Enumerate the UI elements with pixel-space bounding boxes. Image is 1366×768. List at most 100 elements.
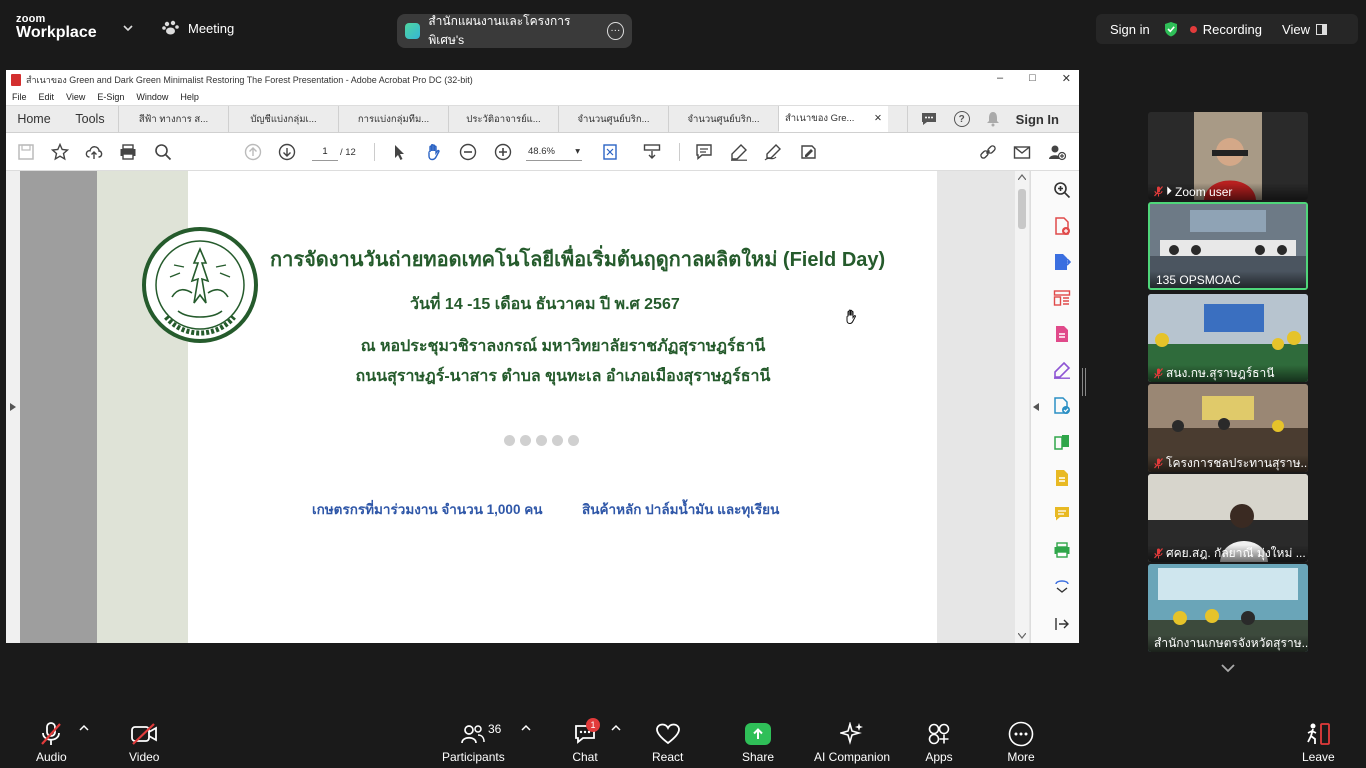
add-comment-icon[interactable] [695,143,713,161]
meeting-menu-button[interactable]: Meeting [162,20,234,36]
zoom-out-icon[interactable] [459,143,477,161]
scroll-up-icon[interactable] [1018,174,1026,180]
bell-icon[interactable] [986,111,1000,127]
save-icon[interactable] [17,143,35,161]
recording-indicator[interactable]: Recording [1189,22,1282,37]
doc-tab-6[interactable]: จำนวนศูนย์บริก... [668,106,778,132]
compare-files-icon[interactable] [1053,433,1071,451]
select-arrow-icon[interactable] [390,143,408,161]
more-button[interactable]: More [1006,720,1036,764]
left-panel-toggle[interactable] [6,171,20,643]
email-icon[interactable] [1013,143,1031,161]
menu-edit[interactable]: Edit [39,92,55,102]
doc-tab-3[interactable]: การแบ่งกลุ่มทีม... [338,106,448,132]
draw-freehand-icon[interactable] [764,143,782,161]
video-tile-opsmoac[interactable]: 135 OPSMOAC [1148,202,1308,290]
doc-tab-4[interactable]: ประวัติอาจารย์แ... [448,106,558,132]
ai-companion-button[interactable]: AI Companion [814,720,890,764]
dropdown-caret-icon: ▾ [575,146,580,157]
doc-tab-2[interactable]: บัญชีแบ่งกลุ่มเ... [228,106,338,132]
tab-home[interactable]: Home [6,106,62,132]
help-icon[interactable]: ? [953,111,970,127]
maximize-icon[interactable]: □ [1029,72,1036,85]
strip-scroll-down-icon[interactable] [1220,662,1236,674]
search-zoom-tool-icon[interactable] [1053,181,1071,199]
react-button[interactable]: React [652,720,683,764]
audio-options-caret-icon[interactable] [79,724,89,732]
collapse-panel-icon[interactable] [1033,403,1041,411]
edit-pdf-icon[interactable] [799,143,817,161]
find-zoom-icon[interactable] [154,143,172,161]
video-tile-kalayanee[interactable]: ศคย.สฎ. กัลยาณี มุ่งใหม่ ... [1148,474,1308,562]
menu-help[interactable]: Help [180,92,199,102]
star-icon[interactable] [51,143,69,161]
chat-options-caret-icon[interactable] [611,724,621,732]
more-tools-expand-icon[interactable] [1053,577,1071,595]
share-screen-button[interactable]: Share [742,720,774,764]
zoom-in-icon[interactable] [494,143,512,161]
apps-button[interactable]: Apps [924,720,954,764]
slide-farmers-count: เกษตรกรที่มาร่วมงาน จำนวน 1,000 คน [312,502,543,517]
strip-resize-handle[interactable] [1082,368,1086,396]
organize-pages-icon[interactable] [1053,289,1071,307]
more-options-icon[interactable]: ··· [606,22,625,40]
scan-ocr-icon[interactable] [1053,469,1071,487]
pdf-page[interactable]: การจัดงานวันถ่ายทอดเทคโนโลยีเพื่อเริ่มต้… [20,171,937,643]
close-icon[interactable]: ✕ [1062,72,1071,85]
cloud-upload-icon[interactable] [85,143,103,161]
view-button[interactable]: View [1282,22,1327,37]
edit-document-icon[interactable] [1053,325,1071,343]
collapse-right-panel-icon[interactable] [1053,615,1071,633]
expand-left-icon[interactable] [10,403,16,411]
video-tile-agri-office[interactable]: สนง.กษ.สุราษฎร์ธานี [1148,294,1308,382]
comment-bubble-icon[interactable] [920,111,938,127]
scroll-down-icon[interactable] [1018,633,1026,639]
close-tab-icon[interactable]: ✕ [874,113,882,124]
export-pdf-icon[interactable] [1053,253,1071,271]
acrobat-sign-in[interactable]: Sign In [1016,112,1059,127]
menu-view[interactable]: View [66,92,85,102]
doc-tab-active[interactable]: สำเนาของ Gre... ✕ [778,106,888,132]
menu-file[interactable]: File [12,92,27,102]
participants-options-caret-icon[interactable] [521,724,531,732]
fill-sign-icon[interactable] [1053,361,1071,379]
sign-in-button[interactable]: Sign in [1096,22,1164,37]
share-link-icon[interactable] [979,143,997,161]
video-tile-province-agri[interactable]: สำนักงานเกษตรจังหวัดสุราษ... [1148,564,1308,652]
comment-tool-icon[interactable] [1053,505,1071,523]
participants-button[interactable]: 36 Participants [442,720,505,764]
scroll-mode-icon[interactable] [643,143,661,161]
add-user-icon[interactable] [1048,143,1066,161]
minimize-icon[interactable]: – [997,72,1003,85]
doc-tab-5[interactable]: จำนวนศูนย์บริก... [558,106,668,132]
create-pdf-icon[interactable] [1053,217,1071,235]
fit-page-icon[interactable] [602,143,620,161]
print-production-icon[interactable] [1053,541,1071,559]
hand-tool-icon[interactable] [425,143,443,161]
vertical-scrollbar[interactable] [1015,171,1029,643]
prev-page-icon[interactable] [244,143,262,161]
doc-tab-1[interactable]: สีฟ้า ทางการ ส... [118,106,228,132]
page-number-input[interactable] [312,143,338,161]
chat-button[interactable]: 1 Chat [570,718,600,764]
scrollbar-thumb[interactable] [1018,189,1026,229]
meeting-color-icon [405,23,421,39]
request-signature-icon[interactable] [1053,397,1071,415]
chevron-down-icon[interactable] [122,22,134,34]
menu-esign[interactable]: E-Sign [97,92,124,102]
video-button[interactable]: Video [129,720,159,764]
security-shield-icon[interactable] [1164,21,1178,37]
menu-window[interactable]: Window [136,92,168,102]
print-icon[interactable] [119,143,137,161]
tab-tools[interactable]: Tools [62,106,118,132]
leave-meeting-button[interactable]: Leave [1302,720,1335,764]
next-page-icon[interactable] [278,143,296,161]
audio-button[interactable]: Audio [36,720,67,764]
zoom-workplace-logo[interactable]: zoom Workplace [16,14,97,41]
zoom-level-dropdown[interactable]: 48.6% ▾ [526,143,582,161]
meeting-title-pill[interactable]: สำนักแผนงานและโครงการพิเศษ's ··· [397,14,632,48]
video-tile-irrigation[interactable]: โครงการชลประทานสุราษ... [1148,384,1308,472]
video-tile-zoom-user[interactable]: ⏵ Zoom user [1148,112,1308,200]
highlight-pen-icon[interactable] [730,143,748,161]
participant-name-label: โครงการชลประทานสุราษ... [1148,455,1308,472]
